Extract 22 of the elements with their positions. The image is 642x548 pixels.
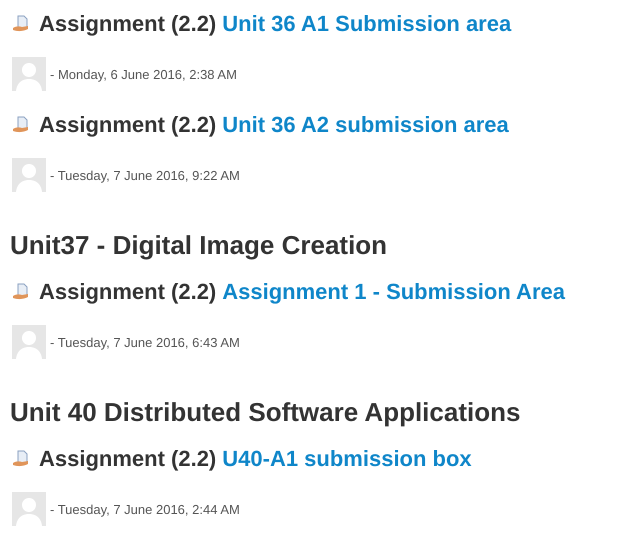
assignment-link[interactable]: Assignment 1 - Submission Area bbox=[222, 279, 565, 305]
activity-type: Assignment (2.2) bbox=[39, 279, 216, 305]
activity-type: Assignment (2.2) bbox=[39, 112, 216, 138]
section-heading: Unit 40 Distributed Software Applications bbox=[10, 397, 522, 427]
avatar-icon bbox=[12, 325, 46, 359]
submission-date: - Monday, 6 June 2016, 2:38 AM bbox=[50, 66, 237, 82]
assignment-link[interactable]: U40-A1 submission box bbox=[222, 446, 472, 472]
avatar-icon bbox=[12, 57, 46, 91]
submission-date: - Tuesday, 7 June 2016, 9:22 AM bbox=[50, 168, 240, 182]
assignment-icon bbox=[12, 15, 30, 33]
submission-date: - Tuesday, 7 June 2016, 6:43 AM bbox=[50, 334, 240, 350]
avatar-icon bbox=[12, 158, 46, 192]
assignment-icon bbox=[12, 283, 30, 301]
avatar-icon bbox=[12, 492, 46, 526]
activity-type: Assignment (2.2) bbox=[39, 446, 216, 472]
assignment-icon bbox=[12, 450, 30, 468]
submission-date: - Tuesday, 7 June 2016, 2:44 AM bbox=[50, 502, 240, 516]
section-heading: Unit37 - Digital Image Creation bbox=[10, 230, 388, 260]
assignment-link[interactable]: Unit 36 A2 submission area bbox=[222, 112, 509, 138]
activity-type: Assignment (2.2) bbox=[39, 11, 216, 37]
assignment-icon bbox=[12, 116, 30, 134]
assignment-link[interactable]: Unit 36 A1 Submission area bbox=[222, 11, 512, 37]
